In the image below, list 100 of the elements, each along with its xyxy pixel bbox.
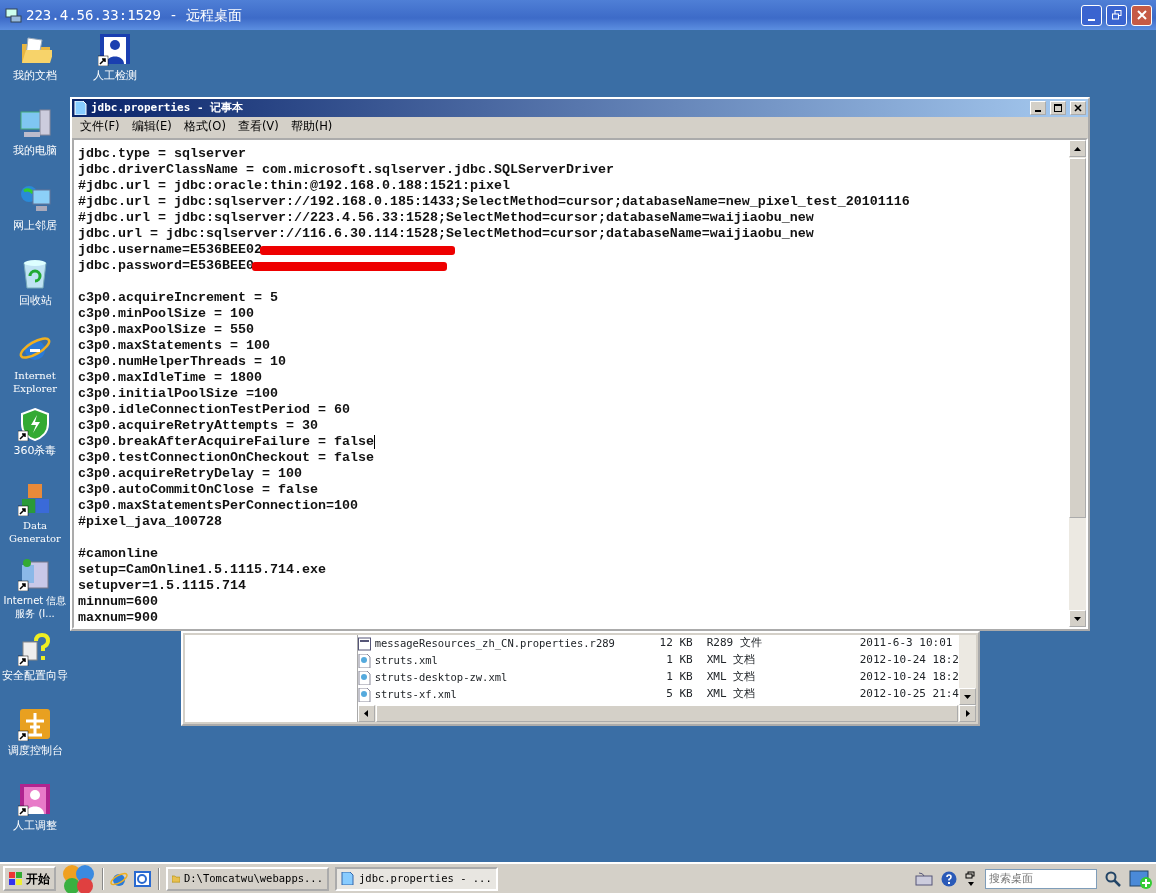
scroll-left-icon xyxy=(364,710,369,717)
keyboard-icon[interactable] xyxy=(915,871,933,886)
text-line: c3p0.idleConnectionTestPeriod = 60 xyxy=(78,402,350,418)
file-name[interactable]: messageResources_zh_CN.properties.r289 xyxy=(374,635,620,652)
xml-file-icon[interactable] xyxy=(357,670,371,685)
taskbar-button[interactable]: jdbc.properties - ... xyxy=(335,866,498,891)
text-line: minnum=600 xyxy=(78,594,158,610)
text-line: c3p0.breakAfterAcquireFailure = false xyxy=(78,434,374,450)
search-field[interactable]: 搜索桌面 xyxy=(985,868,1097,889)
restore-button[interactable] xyxy=(1106,4,1127,26)
icon-label[interactable]: 网上邻居 xyxy=(13,219,57,232)
vertical-scrollbar[interactable] xyxy=(1069,140,1086,627)
shortcut-desktop-icon[interactable] xyxy=(18,632,52,666)
restore-icon xyxy=(1111,10,1122,20)
icon-label[interactable]: 人工调整 xyxy=(13,819,57,832)
icon-label[interactable]: Data Generator xyxy=(2,519,68,545)
text-line: jdbc.driverClassName = com.microsoft.sqlserver.jdbc.SQLServerDriver xyxy=(78,162,614,178)
text-line: #jdbc.url = jdbc:oracle:thin:@192.168.0.188:1521:pixel xyxy=(78,178,510,194)
file-type: XML 文档 xyxy=(706,686,757,703)
text-line: c3p0.autoCommitOnClose = false xyxy=(78,482,318,498)
maximize-icon xyxy=(1054,104,1062,112)
file-size: 5 KB xyxy=(665,686,693,703)
desktop-add-icon[interactable] xyxy=(1129,867,1153,890)
shortcut-desktop-icon[interactable] xyxy=(18,557,52,591)
minimize-button[interactable] xyxy=(1030,101,1046,115)
window-icon[interactable] xyxy=(134,869,152,888)
icon-label[interactable]: Internet 信息服务 (I... xyxy=(2,594,68,620)
text-line: jdbc.url = jdbc:sqlserver://116.6.30.114:1528;SelectMethod=cursor;databaseName=waijiaobu_new xyxy=(78,226,814,242)
text-line: c3p0.maxStatementsPerConnection=100 xyxy=(78,498,358,514)
search-icon[interactable] xyxy=(1105,870,1121,887)
xml-file-icon[interactable] xyxy=(357,687,371,702)
file-date: 2011-6-3 10:01 xyxy=(859,635,953,652)
scroll-down-icon xyxy=(964,694,971,699)
icon-label[interactable]: 人工检测 xyxy=(93,69,137,82)
scroll-down-icon xyxy=(1074,616,1081,621)
icon-label[interactable]: Internet Explorer xyxy=(2,369,68,395)
menu-item[interactable]: 查看(V) xyxy=(231,118,285,136)
file-size: 1 KB xyxy=(665,669,693,686)
text-line: jdbc.username=E536BEE02 xyxy=(78,242,262,258)
file-type: XML 文档 xyxy=(706,669,757,686)
text-line: jdbc.type = sqlserver xyxy=(78,146,246,162)
close-button[interactable] xyxy=(1070,101,1086,115)
icon-label[interactable]: 安全配置向导 xyxy=(2,669,68,682)
shortcut-desktop-icon[interactable] xyxy=(18,482,52,516)
computer-icon xyxy=(4,7,22,23)
file-size: 1 KB xyxy=(665,652,693,669)
text-line: c3p0.numHelperThreads = 10 xyxy=(78,354,286,370)
shortcut-desktop-icon[interactable] xyxy=(18,407,52,441)
horizontal-scrollbar[interactable] xyxy=(357,705,976,722)
text-line: #jdbc.url = jdbc:sqlserver://192.168.0.185:1433;SelectMethod=cursor;databaseName=new_pixel_test_20101116 xyxy=(78,194,910,210)
folder-icon xyxy=(172,872,180,885)
text-line: setup=CamOnline1.5.1115.714.exe xyxy=(78,562,326,578)
text-line: c3p0.maxIdleTime = 1800 xyxy=(78,370,262,386)
text-line: c3p0.minPoolSize = 100 xyxy=(78,306,254,322)
text-line: c3p0.acquireRetryAttempts = 30 xyxy=(78,418,318,434)
menu-item[interactable]: 文件(F) xyxy=(74,118,126,136)
text-line: c3p0.acquireIncrement = 5 xyxy=(78,290,278,306)
notepad-icon xyxy=(341,872,355,885)
icon-label[interactable]: 360杀毒 xyxy=(13,444,57,457)
file-size: 12 KB xyxy=(658,635,693,652)
minimize-icon xyxy=(1088,18,1095,21)
maximize-button[interactable] xyxy=(1050,101,1066,115)
text-line: c3p0.initialPoolSize =100 xyxy=(78,386,278,402)
start-button[interactable]: 开始 xyxy=(3,866,56,891)
restore-menu-icon[interactable] xyxy=(965,870,977,887)
window-title: jdbc.properties - 记事本 xyxy=(91,99,244,116)
shortcut-desktop-icon[interactable] xyxy=(98,32,132,66)
close-icon xyxy=(1074,104,1082,112)
menu-item[interactable]: 编辑(E) xyxy=(125,118,178,136)
file-name[interactable]: struts-xf.xml xyxy=(374,686,620,703)
icon-label[interactable]: 我的文档 xyxy=(13,69,57,82)
icon-label[interactable]: 回收站 xyxy=(18,294,52,307)
file-icon[interactable] xyxy=(357,636,371,651)
text-line: #jdbc.url = jdbc:sqlserver://223.4.56.33:1528;SelectMethod=cursor;databaseName=waijiaobu_new xyxy=(78,210,814,226)
text-line: jdbc.password=E536BEE0 xyxy=(78,258,254,274)
scroll-up-icon xyxy=(1074,146,1081,151)
file-date: 2012-10-24 18:2 xyxy=(859,652,959,669)
text-line: c3p0.acquireRetryDelay = 100 xyxy=(78,466,302,482)
notepad-icon xyxy=(74,101,87,115)
file-name[interactable]: struts-desktop-zw.xml xyxy=(374,669,620,686)
scroll-right-icon xyxy=(965,710,970,717)
colorful-circles-icon[interactable] xyxy=(62,863,96,893)
text-line: #camonline xyxy=(78,546,158,562)
file-date: 2012-10-25 21:4 xyxy=(859,686,959,703)
icon-label[interactable]: 调度控制台 xyxy=(7,744,63,757)
taskbar-button[interactable]: D:\Tomcatwu\webapps... xyxy=(166,866,329,891)
menu-item[interactable]: 帮助(H) xyxy=(284,118,339,136)
windows-flag-icon xyxy=(9,872,23,885)
close-icon xyxy=(1136,10,1147,20)
text-line: c3p0.maxStatements = 100 xyxy=(78,338,270,354)
vertical-scrollbar[interactable] xyxy=(959,635,976,705)
shortcut-desktop-icon[interactable] xyxy=(18,707,52,741)
text-line: c3p0.maxPoolSize = 550 xyxy=(78,322,254,338)
help-icon[interactable] xyxy=(941,870,957,887)
icon-label[interactable]: 我的电脑 xyxy=(13,144,57,157)
menu-item[interactable]: 格式(O) xyxy=(177,118,232,136)
file-type: XML 文档 xyxy=(706,652,757,669)
text-line: #pixel_java_100728 xyxy=(78,514,222,530)
shortcut-desktop-icon[interactable] xyxy=(18,782,52,816)
file-name[interactable]: struts.xml xyxy=(374,652,620,669)
